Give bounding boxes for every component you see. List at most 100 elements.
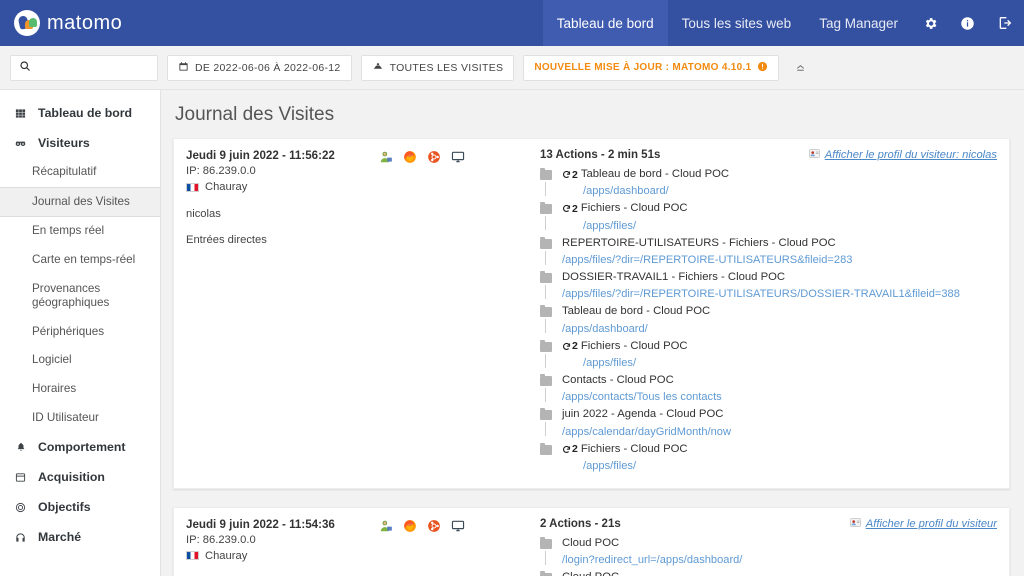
sidebar-item-marche[interactable]: Marché — [0, 522, 160, 552]
action-item[interactable]: 2 Tableau de bord - Cloud POC /apps/dash… — [540, 167, 997, 199]
repeat-count: 2 — [572, 202, 578, 215]
ubuntu-icon[interactable] — [427, 150, 441, 164]
action-url[interactable]: /apps/contacts/Tous les contacts — [562, 388, 997, 405]
action-item[interactable]: Tableau de bord - Cloud POC /apps/dashbo… — [540, 304, 997, 336]
search-input[interactable] — [37, 61, 149, 74]
repeat-badge: 2 — [562, 168, 578, 182]
segment-icon — [372, 61, 384, 75]
visitor-profile-icon[interactable] — [379, 150, 393, 164]
ubuntu-icon[interactable] — [427, 519, 441, 533]
action-title: DOSSIER-TRAVAIL1 - Fichiers - Cloud POC — [562, 270, 786, 283]
page-icon — [540, 305, 552, 318]
visit-source: Entrées directes — [186, 234, 267, 246]
action-url[interactable]: /apps/calendar/dayGridMonth/now — [562, 423, 997, 440]
visit-city: Chauray — [205, 549, 248, 562]
sidebar-item-horaires[interactable]: Horaires — [0, 375, 160, 404]
action-url[interactable]: /apps/files/?dir=/REPERTOIRE-UTILISATEUR… — [562, 285, 997, 302]
firefox-icon[interactable] — [403, 150, 417, 164]
visit-username: nicolas — [186, 208, 221, 220]
visitor-profile-link-label: Afficher le profil du visiteur: nicolas — [824, 149, 997, 161]
page-title: Journal des Visites — [175, 104, 335, 125]
action-title: Contacts - Cloud POC — [562, 373, 674, 386]
sidebar-item-recapitulatif[interactable]: Récapitulatif — [0, 158, 160, 187]
sidebar-item-provenances-geographiques[interactable]: Provenances géographiques — [0, 275, 115, 318]
visitor-profile-icon[interactable] — [379, 519, 393, 533]
sidebar-item-peripheriques[interactable]: Périphériques — [0, 318, 160, 347]
update-notice-button[interactable]: NOUVELLE MISE À JOUR : MATOMO 4.10.1 — [523, 54, 780, 81]
action-list: Cloud POC /login?redirect_url=/apps/dash… — [540, 536, 997, 576]
action-item[interactable]: DOSSIER-TRAVAIL1 - Fichiers - Cloud POC … — [540, 270, 997, 302]
sidebar-item-journal-des-visites[interactable]: Journal des Visites — [0, 186, 160, 218]
gear-icon[interactable] — [912, 0, 949, 46]
visitor-profile-link[interactable]: Afficher le profil du visiteur — [850, 518, 997, 530]
action-item[interactable]: 2 Fichiers - Cloud POC /apps/files/ — [540, 339, 997, 371]
desktop-icon[interactable] — [451, 150, 465, 164]
action-item[interactable]: Cloud POC /login?redirect_url=/apps/dash… — [540, 536, 997, 568]
action-url[interactable]: /apps/files/ — [562, 457, 997, 474]
action-item[interactable]: 2 Fichiers - Cloud POC /apps/files/ — [540, 442, 997, 474]
topnav-tag-manager[interactable]: Tag Manager — [805, 0, 912, 46]
page-icon — [540, 236, 552, 249]
matomo-logo[interactable]: matomo — [0, 10, 122, 36]
sidebar-item-id-utilisateur[interactable]: ID Utilisateur — [0, 404, 160, 433]
sidebar-item-logiciel[interactable]: Logiciel — [0, 346, 160, 375]
visit-datetime: Jeudi 9 juin 2022 - 11:56:22 — [186, 149, 335, 162]
page-icon — [540, 339, 552, 352]
action-title: Cloud POC — [562, 570, 619, 576]
collapse-icon[interactable] — [794, 62, 807, 73]
action-item[interactable]: REPERTOIRE-UTILISATEURS - Fichiers - Clo… — [540, 236, 997, 268]
action-url[interactable]: /login?redirect_url=/apps/dashboard/ — [562, 551, 997, 568]
action-url[interactable]: /apps/files/?dir=/REPERTOIRE-UTILISATEUR… — [562, 251, 997, 268]
sidebar-item-tableau-de-bord[interactable]: Tableau de bord — [0, 98, 160, 128]
sidebar-item-visiteurs[interactable]: Visiteurs — [0, 128, 160, 158]
topnav-tableau-de-bord[interactable]: Tableau de bord — [542, 0, 668, 46]
segment-selector[interactable]: TOUTES LES VISITES — [360, 54, 515, 81]
action-url[interactable]: /apps/files/ — [562, 217, 997, 234]
update-notice-label: NOUVELLE MISE À JOUR : MATOMO 4.10.1 — [534, 62, 752, 73]
sidebar-item-en-temps-reel[interactable]: En temps réel — [0, 217, 160, 246]
sidebar-item-objectifs[interactable]: Objectifs — [0, 492, 160, 522]
window-icon — [14, 472, 27, 483]
visit-tech-icons — [379, 518, 465, 533]
firefox-icon[interactable] — [403, 519, 417, 533]
action-url[interactable]: /apps/dashboard/ — [562, 182, 997, 199]
topnav-tous-les-sites-web[interactable]: Tous les sites web — [668, 0, 806, 46]
sidebar-item-carte-en-temps-reel[interactable]: Carte en temps-réel — [0, 246, 160, 275]
action-item[interactable]: 2 Fichiers - Cloud POC /apps/files/ — [540, 201, 997, 233]
action-title: Fichiers - Cloud POC — [580, 339, 688, 352]
update-alert-icon — [757, 61, 768, 75]
action-item[interactable]: juin 2022 - Agenda - Cloud POC /apps/cal… — [540, 407, 997, 439]
sidebar-item-acquisition[interactable]: Acquisition — [0, 462, 160, 492]
action-url[interactable]: /apps/dashboard/ — [562, 320, 997, 337]
desktop-icon[interactable] — [451, 519, 465, 533]
headset-icon — [14, 532, 27, 543]
action-list: 2 Tableau de bord - Cloud POC /apps/dash… — [540, 167, 997, 474]
visit-actions-summary: 13 Actions - 2 min 51s — [540, 149, 661, 161]
sidebar-label: Visiteurs — [38, 136, 90, 150]
sidebar: Tableau de bord Visiteurs Récapitulatif … — [0, 90, 161, 576]
sidebar-label: Acquisition — [38, 470, 105, 485]
visit-tech-icons — [379, 149, 465, 164]
action-connector — [545, 387, 546, 402]
visitor-profile-link-label: Afficher le profil du visiteur — [865, 517, 997, 530]
logout-icon[interactable] — [986, 0, 1024, 46]
grid-icon — [14, 108, 27, 119]
action-url[interactable]: /apps/files/ — [562, 354, 997, 371]
repeat-count: 2 — [572, 340, 578, 353]
action-item[interactable]: Cloud POC /login?redirect_url=/apps/dash… — [540, 570, 997, 576]
flag-fr-icon — [186, 182, 199, 192]
visitor-profile-link[interactable]: Afficher le profil du visiteur: nicolas — [809, 149, 997, 161]
action-connector — [545, 216, 546, 231]
page-icon — [540, 270, 552, 283]
calendar-icon — [178, 61, 189, 75]
page-body: Tableau de bord Visiteurs Récapitulatif … — [0, 90, 1024, 576]
sidebar-item-comportement[interactable]: Comportement — [0, 432, 160, 462]
action-title: Fichiers - Cloud POC — [580, 442, 688, 455]
date-range-selector[interactable]: DE 2022-06-06 À 2022-06-12 — [167, 54, 352, 81]
sidebar-label: Marché — [38, 530, 82, 545]
action-connector — [545, 422, 546, 437]
action-item[interactable]: Contacts - Cloud POC /apps/contacts/Tous… — [540, 373, 997, 405]
visit-actions-panel: 2 Actions - 21s Afficher le profil du vi… — [534, 518, 997, 576]
search-box[interactable] — [10, 54, 158, 81]
info-icon[interactable] — [949, 0, 986, 46]
